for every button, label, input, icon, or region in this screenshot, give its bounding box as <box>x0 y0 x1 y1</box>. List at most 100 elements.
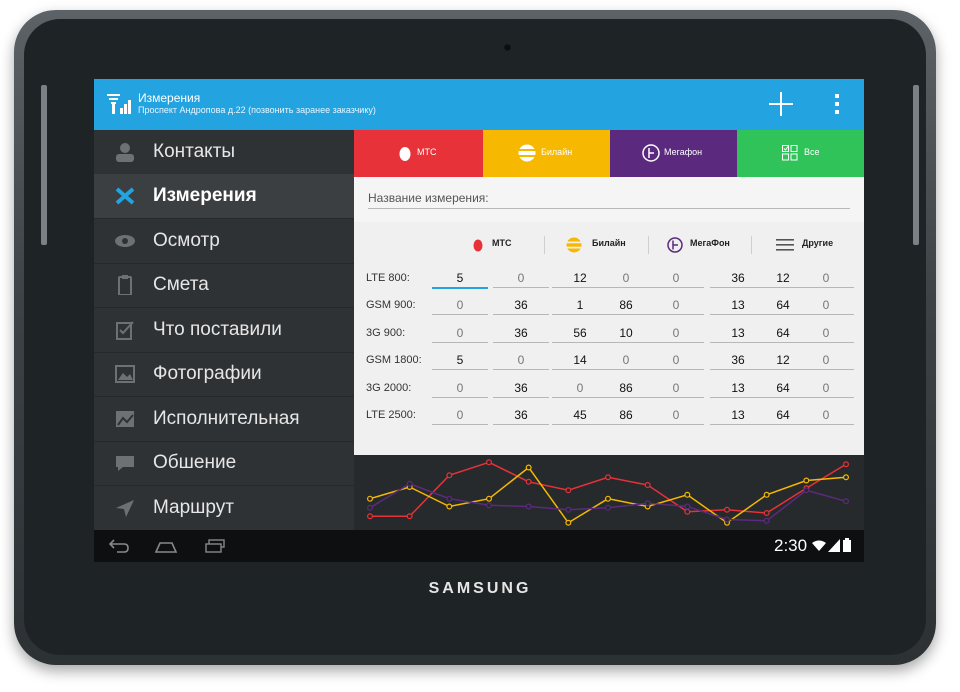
screen: Измерения Проспект Андропова д.22 (позво… <box>94 79 864 562</box>
measurement-cell[interactable]: 0 <box>648 271 704 288</box>
sidebar-item-label: Осмотр <box>153 230 220 251</box>
data-point <box>446 472 453 479</box>
system-nav-bar: 2:30 <box>94 530 864 562</box>
sidebar-item-installed[interactable]: Что поставили <box>94 308 354 353</box>
checklist-icon <box>782 145 798 161</box>
home-icon[interactable] <box>154 539 178 553</box>
sidebar-item-chat[interactable]: Обшение <box>94 441 354 486</box>
measurement-cell[interactable]: 36 <box>493 298 549 315</box>
divider <box>544 236 545 254</box>
column-header-other: Другие <box>802 238 834 248</box>
measurement-cell[interactable]: 0 <box>598 353 654 370</box>
measurement-cell[interactable]: 0 <box>432 381 488 398</box>
row-label: LTE 800: <box>366 272 410 284</box>
data-point <box>565 506 572 513</box>
main-panel: МТС Билайн Мегафон Все Название измерени… <box>354 130 864 455</box>
measurement-cell[interactable]: 0 <box>798 298 854 315</box>
sidebar-item-measurements[interactable]: Измерения <box>94 174 354 219</box>
measurement-cell[interactable]: 36 <box>493 408 549 425</box>
data-point <box>803 487 810 494</box>
sidebar-item-route[interactable]: Маршрут <box>94 486 354 531</box>
measurement-name-input[interactable]: Название измерения: <box>368 191 850 209</box>
measurement-cell[interactable]: 5 <box>432 271 488 289</box>
mts-egg-icon <box>473 239 483 252</box>
measurement-cell[interactable]: 0 <box>648 298 704 315</box>
measurement-cell[interactable]: 0 <box>648 408 704 425</box>
sidebar-item-contacts[interactable]: Контакты <box>94 130 354 175</box>
tab-beeline[interactable]: Билайн <box>483 130 610 177</box>
beeline-icon <box>518 144 536 162</box>
data-point <box>763 517 770 524</box>
sidebar-item-photos[interactable]: Фотографии <box>94 352 354 397</box>
measurement-cell[interactable]: 0 <box>798 271 854 288</box>
measurement-cell[interactable]: 0 <box>432 298 488 315</box>
measurement-cell[interactable]: 5 <box>432 353 488 370</box>
measurement-cell[interactable]: 0 <box>648 353 704 370</box>
data-point <box>367 504 374 511</box>
data-point <box>486 502 493 509</box>
overflow-menu-button[interactable] <box>830 92 844 116</box>
row-label: 3G 900: <box>366 327 406 339</box>
measurement-cell[interactable]: 86 <box>598 381 654 398</box>
sidebar-item-label: Что поставили <box>153 319 282 340</box>
data-point <box>486 495 493 502</box>
data-point <box>684 508 691 515</box>
add-button[interactable] <box>764 87 798 121</box>
measurement-cell[interactable]: 0 <box>798 353 854 370</box>
sidebar-item-inspection[interactable]: Осмотр <box>94 219 354 264</box>
measurement-cell[interactable]: 36 <box>493 381 549 398</box>
data-point <box>843 498 850 505</box>
page-title: Измерения <box>138 91 201 105</box>
data-point <box>565 487 572 494</box>
sidebar-item-label: Смета <box>153 274 209 295</box>
data-point <box>406 513 413 520</box>
tab-mts[interactable]: МТС <box>354 130 483 177</box>
signal-icon <box>828 539 840 552</box>
data-point <box>843 461 850 468</box>
measurement-cell[interactable]: 0 <box>798 408 854 425</box>
sidebar-item-estimate[interactable]: Смета <box>94 263 354 308</box>
tab-megafon[interactable]: Мегафон <box>610 130 737 177</box>
battery-icon <box>843 538 851 552</box>
document-icon <box>116 411 134 427</box>
data-point <box>446 503 453 510</box>
measurement-cell[interactable]: 0 <box>648 326 704 343</box>
row-label: LTE 2500: <box>366 409 416 421</box>
measurement-cell[interactable]: 86 <box>598 298 654 315</box>
measurement-cell[interactable]: 0 <box>493 271 549 288</box>
measure-icon <box>115 187 135 205</box>
sidebar-item-executive[interactable]: Исполнительная <box>94 397 354 442</box>
back-icon[interactable] <box>108 539 130 553</box>
divider <box>751 236 752 254</box>
data-point <box>763 491 770 498</box>
measurement-cell[interactable]: 86 <box>598 408 654 425</box>
camera-icon <box>503 43 512 52</box>
recent-apps-icon[interactable] <box>204 539 226 553</box>
data-point <box>803 477 810 484</box>
row-label: GSM 900: <box>366 299 416 311</box>
measurement-cell[interactable]: 0 <box>798 326 854 343</box>
measurement-cell[interactable]: 10 <box>598 326 654 343</box>
measurement-cell[interactable]: 0 <box>798 381 854 398</box>
data-point <box>446 495 453 502</box>
checklist-icon <box>116 321 134 340</box>
measurement-cell[interactable]: 0 <box>432 326 488 343</box>
left-side-button <box>41 85 47 245</box>
measurement-cell[interactable]: 0 <box>432 408 488 425</box>
data-point <box>843 474 850 481</box>
column-header-megafon: МегаФон <box>690 238 730 248</box>
sensor-icon <box>447 46 451 50</box>
tab-all[interactable]: Все <box>737 130 864 177</box>
right-side-button <box>913 85 919 245</box>
tab-label: Мегафон <box>664 147 703 157</box>
brand-logo: SAMSUNG <box>428 580 532 597</box>
row-label: GSM 1800: <box>366 354 422 366</box>
data-point <box>605 504 612 511</box>
measurement-cell[interactable]: 0 <box>493 353 549 370</box>
data-point <box>763 509 770 516</box>
measurement-cell[interactable]: 36 <box>493 326 549 343</box>
measurement-cell[interactable]: 0 <box>598 271 654 288</box>
sidebar-item-label: Маршрут <box>153 497 234 518</box>
measurement-cell[interactable]: 0 <box>648 381 704 398</box>
photo-icon <box>115 365 135 383</box>
